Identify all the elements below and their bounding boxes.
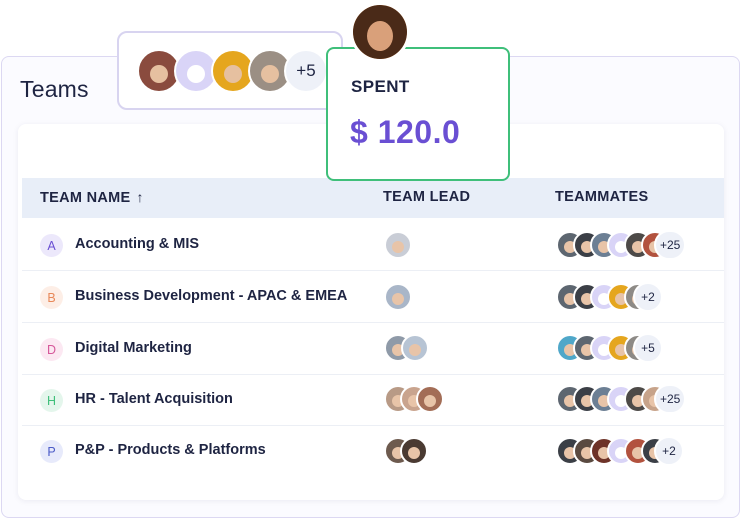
- team-name[interactable]: Business Development - APAC & EMEA: [75, 288, 347, 304]
- team-lead-avatar[interactable]: [416, 385, 444, 413]
- page-title: Teams: [20, 76, 89, 102]
- team-lead-avatar[interactable]: [384, 283, 412, 311]
- column-header-team-name-label: TEAM NAME: [40, 190, 131, 206]
- team-name[interactable]: HR - Talent Acquisition: [75, 391, 233, 407]
- column-header-team-lead[interactable]: TEAM LEAD: [383, 189, 470, 205]
- column-header-teammates[interactable]: TEAMMATES: [555, 189, 648, 205]
- spent-label: SPENT: [351, 77, 410, 96]
- spent-value: $ 120.0: [350, 114, 461, 150]
- spent-owner-avatar[interactable]: [350, 2, 410, 62]
- more-teammates-count[interactable]: +2: [654, 436, 684, 466]
- team-lead-avatar[interactable]: [400, 437, 428, 465]
- more-members-count[interactable]: +5: [284, 49, 328, 93]
- team-initial-badge: B: [40, 286, 63, 309]
- team-initial-badge: D: [40, 338, 63, 361]
- team-name[interactable]: Accounting & MIS: [75, 236, 199, 252]
- team-name[interactable]: P&P - Products & Platforms: [75, 442, 266, 458]
- more-teammates-count[interactable]: +25: [654, 230, 687, 260]
- more-teammates-count[interactable]: +2: [633, 282, 663, 312]
- team-initial-badge: A: [40, 234, 63, 257]
- team-name[interactable]: Digital Marketing: [75, 340, 192, 356]
- sort-ascending-icon[interactable]: ↑: [137, 189, 144, 205]
- team-initial-badge: P: [40, 440, 63, 463]
- team-lead-avatar[interactable]: [384, 231, 412, 259]
- more-teammates-count[interactable]: +5: [633, 333, 663, 363]
- column-header-team-name[interactable]: TEAM NAME ↑: [40, 189, 144, 206]
- team-lead-avatar[interactable]: [401, 334, 429, 362]
- team-initial-badge: H: [40, 389, 63, 412]
- more-teammates-count[interactable]: +25: [654, 384, 687, 414]
